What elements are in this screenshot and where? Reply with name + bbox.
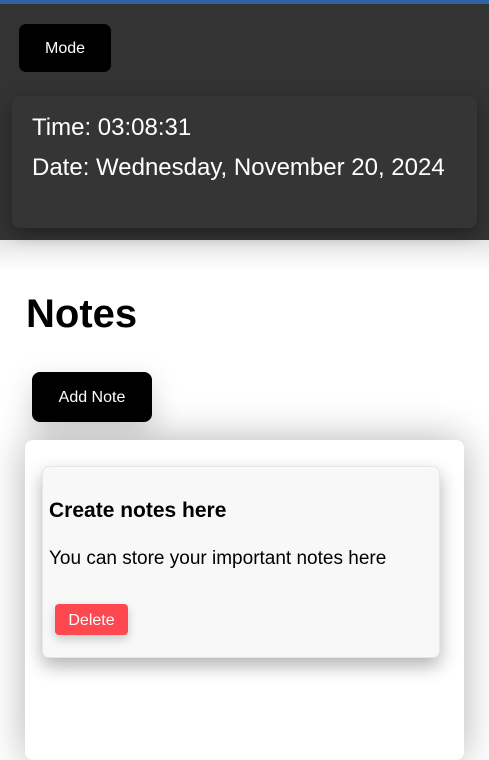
page-title: Notes: [26, 292, 138, 336]
note-title: Create notes here: [49, 499, 227, 522]
notes-container: Create notes here You can store your imp…: [25, 440, 464, 760]
note-body: You can store your important notes here: [49, 548, 387, 569]
date-display: Date: Wednesday, November 20, 2024: [32, 154, 445, 181]
time-display: Time: 03:08:31: [32, 114, 192, 141]
header-shadow: [0, 240, 489, 270]
mode-button[interactable]: Mode: [19, 24, 111, 72]
header: Mode Time: 03:08:31 Date: Wednesday, Nov…: [0, 4, 489, 240]
delete-note-button[interactable]: Delete: [55, 604, 128, 635]
note-card: Create notes here You can store your imp…: [42, 466, 440, 658]
datetime-card: Time: 03:08:31 Date: Wednesday, November…: [12, 96, 477, 228]
add-note-button[interactable]: Add Note: [32, 372, 152, 422]
